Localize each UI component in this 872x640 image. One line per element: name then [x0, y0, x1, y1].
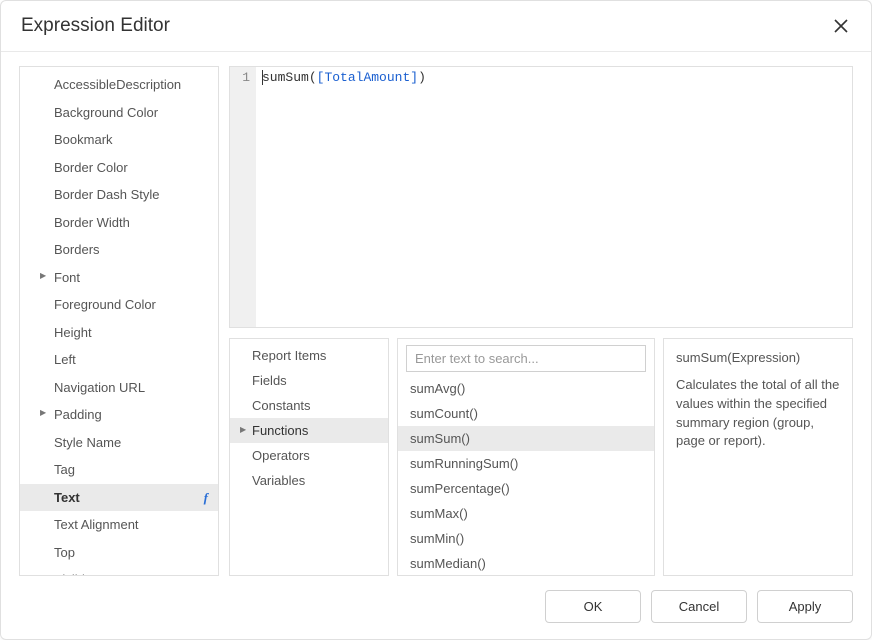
search-input[interactable]	[406, 345, 646, 372]
close-button[interactable]	[831, 16, 851, 36]
category-item[interactable]: Fields	[230, 368, 388, 393]
function-item[interactable]: sumPercentage()	[398, 476, 654, 501]
property-item[interactable]: Border Width	[20, 209, 218, 237]
property-label: Background Color	[54, 105, 158, 120]
category-item[interactable]: Functions	[230, 418, 388, 443]
expression-editor-dialog: Expression Editor AccessibleDescription B…	[0, 0, 872, 640]
category-item[interactable]: Variables	[230, 468, 388, 493]
property-label: Height	[54, 325, 92, 340]
dialog-header: Expression Editor	[1, 1, 871, 52]
property-label: Borders	[54, 242, 100, 257]
ok-button[interactable]: OK	[545, 590, 641, 623]
property-label: Foreground Color	[54, 297, 156, 312]
description-title: sumSum(Expression)	[676, 349, 840, 368]
property-label: Border Color	[54, 160, 128, 175]
dialog-footer: OK Cancel Apply	[1, 576, 871, 639]
property-item[interactable]: Tag	[20, 456, 218, 484]
property-label: Style Name	[54, 435, 121, 450]
property-label: Navigation URL	[54, 380, 145, 395]
property-label: Top	[54, 545, 75, 560]
property-item[interactable]: AccessibleDescription	[20, 71, 218, 99]
function-item[interactable]: sumSum()	[398, 426, 654, 451]
function-item[interactable]: sumMax()	[398, 501, 654, 526]
property-item[interactable]: Text Alignment	[20, 511, 218, 539]
property-label: Left	[54, 352, 76, 367]
property-label: Border Dash Style	[54, 187, 160, 202]
function-item[interactable]: sumMedian()	[398, 551, 654, 575]
cancel-button[interactable]: Cancel	[651, 590, 747, 623]
properties-panel[interactable]: AccessibleDescription Background Color Boo…	[19, 66, 219, 576]
property-label: Bookmark	[54, 132, 113, 147]
property-item[interactable]: Bookmark	[20, 126, 218, 154]
categories-panel[interactable]: Report ItemsFieldsConstantsFunctionsOper…	[229, 338, 389, 576]
code-close-paren: )	[418, 70, 426, 85]
functions-list[interactable]: sumAvg()sumCount()sumSum()sumRunningSum(…	[398, 376, 654, 575]
property-label: Tag	[54, 462, 75, 477]
property-label: Border Width	[54, 215, 130, 230]
property-label: AccessibleDescription	[54, 77, 181, 92]
category-item[interactable]: Constants	[230, 393, 388, 418]
dialog-content: AccessibleDescription Background Color Boo…	[1, 52, 871, 576]
apply-button[interactable]: Apply	[757, 590, 853, 623]
property-item[interactable]: Borders	[20, 236, 218, 264]
property-label: Padding	[54, 407, 102, 422]
function-item[interactable]: sumMin()	[398, 526, 654, 551]
property-item[interactable]: Left	[20, 346, 218, 374]
search-wrap	[398, 339, 654, 376]
category-item[interactable]: Report Items	[230, 343, 388, 368]
property-item[interactable]: Padding	[20, 401, 218, 429]
property-item[interactable]: Visible	[20, 566, 218, 576]
code-open-paren: (	[309, 70, 317, 85]
property-item[interactable]: Border Dash Style	[20, 181, 218, 209]
functions-panel: sumAvg()sumCount()sumSum()sumRunningSum(…	[397, 338, 655, 576]
description-panel: sumSum(Expression) Calculates the total …	[663, 338, 853, 576]
property-item[interactable]: Foreground Color	[20, 291, 218, 319]
dialog-title: Expression Editor	[21, 15, 170, 37]
expression-code-editor[interactable]: 1 sumSum([TotalAmount])	[229, 66, 853, 328]
property-label: Font	[54, 270, 80, 285]
property-item[interactable]: Background Color	[20, 99, 218, 127]
property-label: Text	[54, 490, 80, 505]
code-text: sumSum([TotalAmount])	[256, 67, 432, 327]
right-side: 1 sumSum([TotalAmount]) Report ItemsFiel…	[229, 66, 853, 576]
property-item[interactable]: Border Color	[20, 154, 218, 182]
property-item[interactable]: Height	[20, 319, 218, 347]
fx-icon: f	[204, 488, 208, 508]
code-close-bracket: ]	[410, 70, 418, 85]
line-number: 1	[242, 70, 250, 85]
property-item[interactable]: Style Name	[20, 429, 218, 457]
description-body: Calculates the total of all the values w…	[676, 376, 840, 451]
category-item[interactable]: Operators	[230, 443, 388, 468]
property-item[interactable]: Text f	[20, 484, 218, 512]
close-icon	[834, 19, 848, 33]
function-item[interactable]: sumAvg()	[398, 376, 654, 401]
property-item[interactable]: Top	[20, 539, 218, 567]
property-item[interactable]: Font	[20, 264, 218, 292]
code-function-name: sumSum	[262, 70, 309, 85]
bottom-panels: Report ItemsFieldsConstantsFunctionsOper…	[229, 338, 853, 576]
code-field-name: TotalAmount	[324, 70, 410, 85]
property-item[interactable]: Navigation URL	[20, 374, 218, 402]
property-label: Text Alignment	[54, 517, 139, 532]
code-gutter: 1	[230, 67, 256, 327]
function-item[interactable]: sumRunningSum()	[398, 451, 654, 476]
function-item[interactable]: sumCount()	[398, 401, 654, 426]
